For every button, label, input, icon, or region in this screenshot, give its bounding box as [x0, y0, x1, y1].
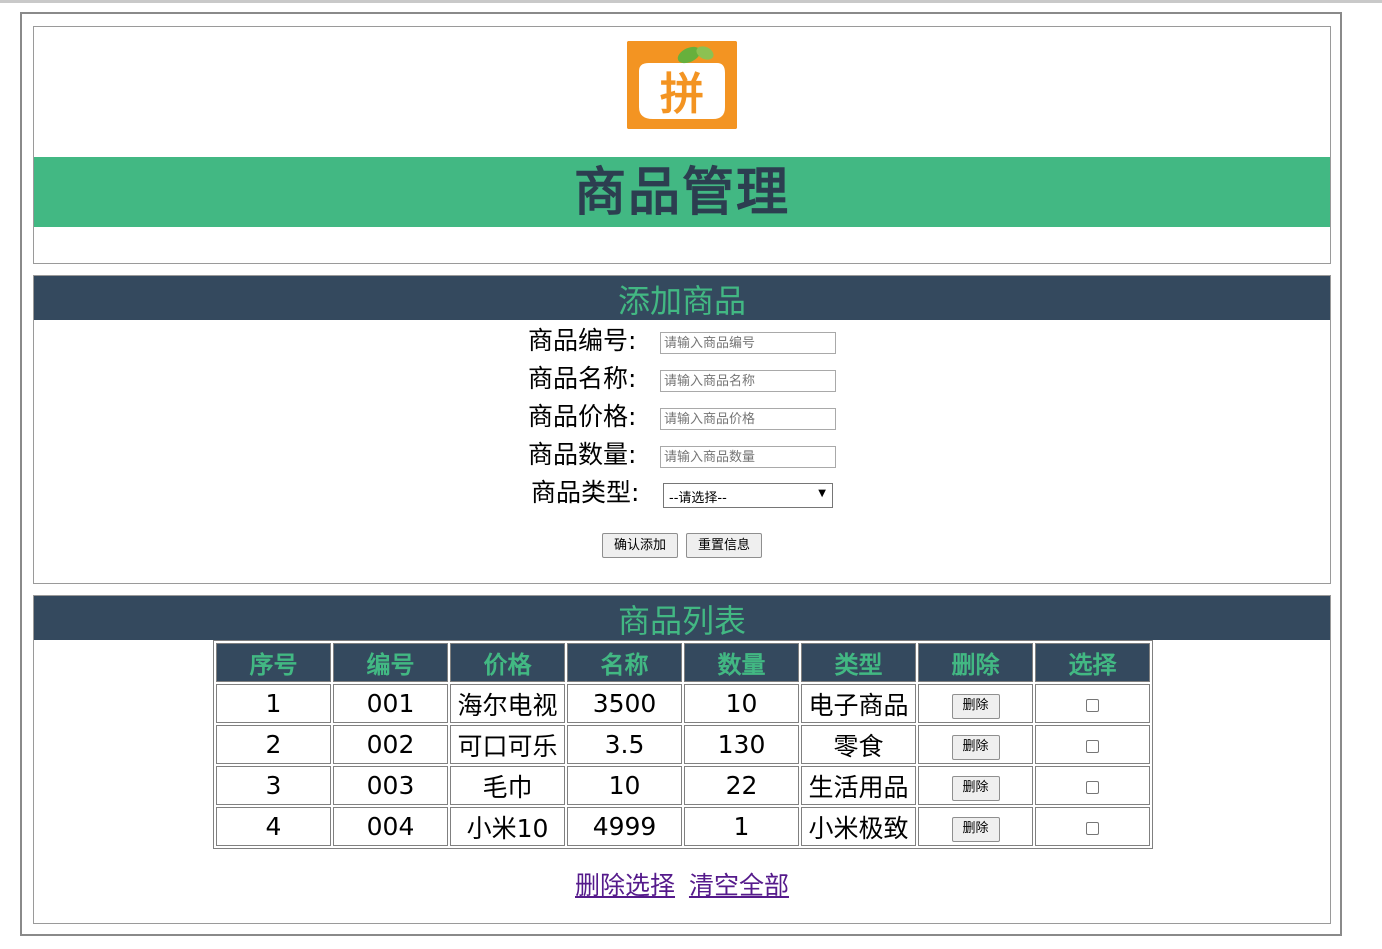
type-label: 商品类型:: [531, 478, 640, 507]
cell-quantity: 130: [684, 725, 799, 764]
cell-delete: 删除: [918, 725, 1033, 764]
cell-price: 可口可乐: [450, 725, 565, 764]
select-row-checkbox[interactable]: [1086, 821, 1099, 835]
cell-price: 海尔电视: [450, 684, 565, 723]
add-product-panel: 添加商品 商品编号: 商品名称: 商品价格: 商品数量: 商品类型: --请选择…: [33, 275, 1331, 584]
delete-row-button[interactable]: 删除: [951, 816, 1000, 842]
add-product-header: 添加商品: [34, 276, 1330, 320]
delete-row-button[interactable]: 删除: [951, 693, 1000, 719]
col-header-type: 类型: [801, 643, 916, 682]
cell-quantity: 10: [684, 684, 799, 723]
cell-code: 001: [333, 684, 448, 723]
cell-name: 10: [567, 766, 682, 805]
cell-type: 生活用品: [801, 766, 916, 805]
delete-row-button[interactable]: 删除: [951, 775, 1000, 801]
cell-select: [1035, 807, 1150, 846]
cell-delete: 删除: [918, 807, 1033, 846]
cell-code: 004: [333, 807, 448, 846]
name-label: 商品名称:: [528, 364, 637, 393]
product-list-panel: 商品列表 序号 编号 价格 名称 数量 类型 删除 选择 1 001 海尔电视 …: [33, 595, 1331, 924]
clear-all-link[interactable]: 清空全部: [689, 871, 789, 900]
cell-type: 小米极致: [801, 807, 916, 846]
product-table: 序号 编号 价格 名称 数量 类型 删除 选择 1 001 海尔电视 3500 …: [213, 640, 1153, 849]
svg-text:拼: 拼: [660, 69, 704, 120]
cell-select: [1035, 684, 1150, 723]
cell-index: 2: [216, 725, 331, 764]
cell-code: 002: [333, 725, 448, 764]
logo-icon: 拼: [627, 41, 737, 129]
col-header-price: 价格: [450, 643, 565, 682]
table-row: 4 004 小米10 4999 1 小米极致 删除: [216, 807, 1150, 846]
cell-name: 3.5: [567, 725, 682, 764]
name-input[interactable]: [660, 370, 836, 392]
delete-selected-link[interactable]: 删除选择: [575, 871, 675, 900]
add-product-title: 添加商品: [617, 282, 746, 320]
cell-delete: 删除: [918, 766, 1033, 805]
cell-code: 003: [333, 766, 448, 805]
col-header-code: 编号: [333, 643, 448, 682]
cell-type: 电子商品: [801, 684, 916, 723]
bulk-actions: 删除选择 清空全部: [34, 866, 1330, 902]
field-row-code: 商品编号:: [34, 324, 1330, 362]
field-row-quantity: 商品数量:: [34, 438, 1330, 476]
field-row-name: 商品名称:: [34, 362, 1330, 400]
type-select-value: --请选择--: [669, 491, 727, 506]
cell-select: [1035, 766, 1150, 805]
header-panel: 拼 商品管理: [33, 26, 1331, 264]
select-row-checkbox[interactable]: [1086, 780, 1099, 794]
select-row-checkbox[interactable]: [1086, 698, 1099, 712]
field-row-type: 商品类型: --请选择-- ▼: [34, 476, 1330, 514]
field-row-price: 商品价格:: [34, 400, 1330, 438]
page-title: 商品管理: [573, 163, 790, 223]
cell-select: [1035, 725, 1150, 764]
col-header-quantity: 数量: [684, 643, 799, 682]
product-list-title: 商品列表: [617, 602, 746, 640]
cell-price: 毛巾: [450, 766, 565, 805]
table-row: 1 001 海尔电视 3500 10 电子商品 删除: [216, 684, 1150, 723]
table-row: 3 003 毛巾 10 22 生活用品 删除: [216, 766, 1150, 805]
col-header-name: 名称: [567, 643, 682, 682]
quantity-input[interactable]: [660, 446, 836, 468]
price-label: 商品价格:: [528, 402, 637, 431]
delete-row-button[interactable]: 删除: [951, 734, 1000, 760]
cell-type: 零食: [801, 725, 916, 764]
code-label: 商品编号:: [528, 326, 637, 355]
cell-delete: 删除: [918, 684, 1033, 723]
price-input[interactable]: [660, 408, 836, 430]
confirm-add-button[interactable]: 确认添加: [602, 533, 678, 558]
title-band: 商品管理: [34, 157, 1330, 227]
product-list-header: 商品列表: [34, 596, 1330, 640]
cell-price: 小米10: [450, 807, 565, 846]
cell-quantity: 22: [684, 766, 799, 805]
type-select[interactable]: --请选择-- ▼: [663, 483, 833, 508]
pinduoduo-logo: 拼: [627, 41, 737, 129]
quantity-label: 商品数量:: [528, 440, 637, 469]
reset-button[interactable]: 重置信息: [686, 533, 762, 558]
select-row-checkbox[interactable]: [1086, 739, 1099, 753]
col-header-delete: 删除: [918, 643, 1033, 682]
cell-name: 4999: [567, 807, 682, 846]
cell-index: 4: [216, 807, 331, 846]
browser-top-border: [0, 0, 1382, 3]
col-header-select: 选择: [1035, 643, 1150, 682]
table-row: 2 002 可口可乐 3.5 130 零食 删除: [216, 725, 1150, 764]
cell-index: 3: [216, 766, 331, 805]
table-header-row: 序号 编号 价格 名称 数量 类型 删除 选择: [216, 643, 1150, 682]
code-input[interactable]: [660, 332, 836, 354]
chevron-down-icon: ▼: [818, 488, 826, 499]
cell-name: 3500: [567, 684, 682, 723]
cell-index: 1: [216, 684, 331, 723]
col-header-index: 序号: [216, 643, 331, 682]
cell-quantity: 1: [684, 807, 799, 846]
